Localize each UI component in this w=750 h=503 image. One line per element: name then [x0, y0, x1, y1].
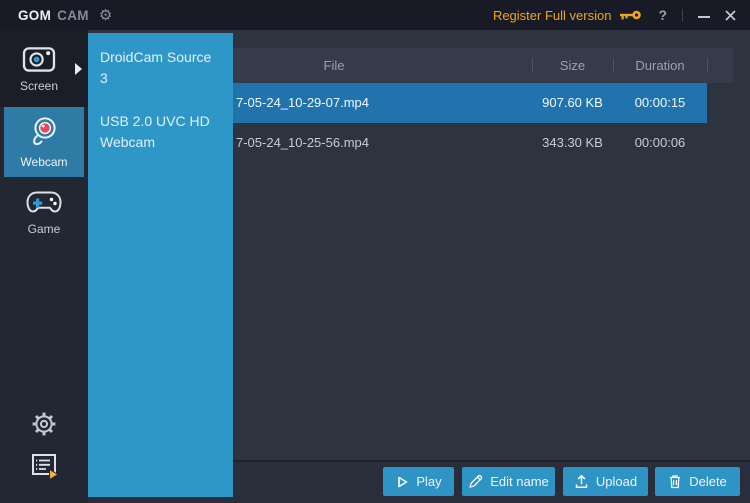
play-button[interactable]: Play — [383, 467, 454, 496]
upload-icon — [575, 474, 588, 489]
recorded-files-button[interactable] — [30, 452, 60, 486]
header-separator — [532, 58, 533, 73]
close-button[interactable] — [725, 9, 736, 21]
media-list-icon — [32, 454, 59, 481]
sidebar-item-game[interactable]: Game — [0, 177, 88, 247]
app-brand: GOM CAM ⚙ — [18, 8, 112, 23]
title-bar: GOM CAM ⚙ Register Full version ? — [0, 0, 750, 30]
upload-label: Upload — [595, 474, 638, 489]
file-name-cell: 7-05-24_10-29-07.mp4 — [236, 95, 369, 110]
webcam-source-option[interactable]: USB 2.0 UVC HD Webcam — [100, 111, 221, 153]
edit-name-label: Edit name — [490, 474, 549, 489]
header-separator — [613, 58, 614, 73]
gamepad-icon — [26, 191, 62, 213]
file-duration-cell: 00:00:06 — [634, 135, 686, 150]
edit-name-button[interactable]: Edit name — [462, 467, 555, 496]
trash-icon — [670, 475, 681, 489]
webcam-source-option[interactable]: DroidCam Source 3 — [100, 47, 221, 89]
brand-cam: CAM — [57, 7, 89, 23]
header-separator — [707, 58, 708, 73]
settings-gear-icon[interactable]: ⚙ — [99, 8, 112, 23]
file-duration-cell: 00:00:15 — [634, 95, 686, 110]
brand-gom: GOM — [18, 7, 52, 23]
screen-camera-icon — [22, 47, 56, 72]
register-label: Register Full version — [492, 7, 612, 23]
column-header-duration[interactable]: Duration — [613, 48, 707, 83]
file-size-cell: 907.60 KB — [542, 95, 603, 110]
sidebar-game-label: Game — [27, 222, 61, 236]
sidebar-screen-label: Screen — [19, 79, 59, 93]
sidebar-item-webcam[interactable]: Webcam — [4, 107, 84, 177]
minimize-button[interactable] — [698, 16, 710, 18]
close-icon — [725, 9, 736, 21]
gear-icon — [32, 412, 56, 436]
delete-button[interactable]: Delete — [655, 467, 740, 496]
gom-cam-window: GOM CAM ⚙ Register Full version ? File S… — [0, 0, 750, 503]
sidebar: Screen Webcam Game — [0, 30, 88, 503]
file-size-cell: 343.30 KB — [542, 135, 603, 150]
flyout-expand-arrow-icon[interactable] — [75, 63, 82, 75]
webcam-source-flyout: DroidCam Source 3 USB 2.0 UVC HD Webcam — [88, 33, 233, 497]
titlebar-separator — [682, 8, 683, 22]
file-name-cell: 7-05-24_10-25-56.mp4 — [236, 135, 369, 150]
column-header-size[interactable]: Size — [532, 48, 613, 83]
upload-button[interactable]: Upload — [563, 467, 648, 496]
delete-label: Delete — [689, 474, 727, 489]
play-label: Play — [416, 474, 442, 489]
register-full-version-link[interactable]: Register Full version — [493, 8, 644, 23]
pencil-icon — [469, 474, 483, 488]
play-icon — [398, 476, 408, 487]
sidebar-webcam-label: Webcam — [20, 155, 68, 169]
settings-button[interactable] — [29, 409, 59, 444]
title-bar-controls: Register Full version ? — [493, 7, 736, 23]
column-header-file[interactable]: File — [234, 48, 434, 83]
help-button[interactable]: ? — [658, 7, 667, 23]
key-icon — [620, 10, 642, 20]
webcam-icon — [33, 117, 56, 146]
